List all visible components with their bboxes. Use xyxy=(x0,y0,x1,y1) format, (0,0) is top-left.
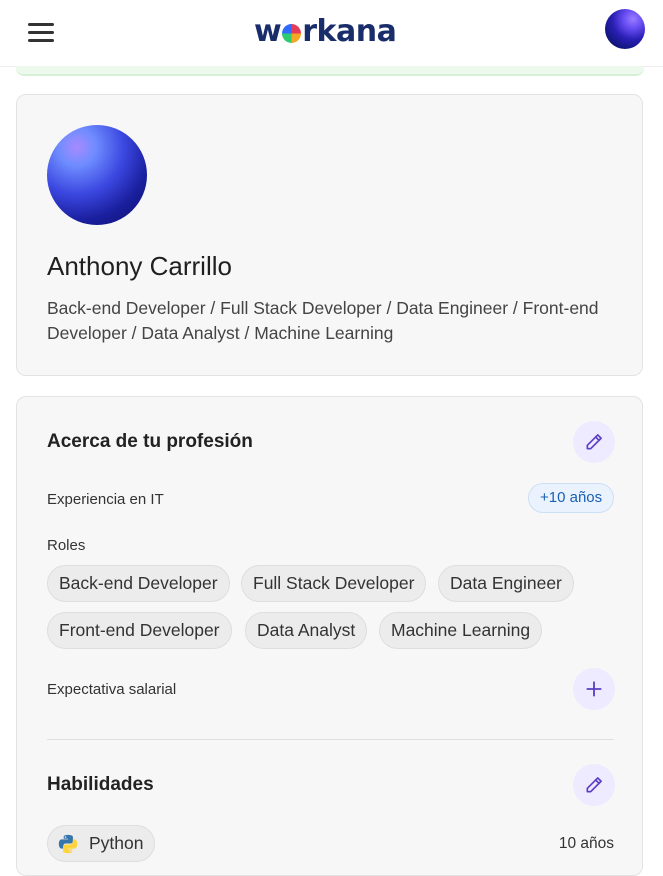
profession-title: Acerca de tu profesión xyxy=(47,431,253,452)
skills-title: Habilidades xyxy=(47,774,154,795)
profile-card: Anthony Carrillo Back-end Developer / Fu… xyxy=(16,94,643,376)
profile-name: Anthony Carrillo xyxy=(47,251,232,281)
section-divider xyxy=(47,739,614,740)
hamburger-icon[interactable] xyxy=(28,22,54,42)
edit-skills-button[interactable] xyxy=(573,764,615,806)
workana-logo[interactable]: w rkana xyxy=(254,12,397,52)
role-chip: Full Stack Developer xyxy=(241,565,427,602)
notice-strip xyxy=(16,66,644,76)
profile-headline: Back-end Developer / Full Stack Develope… xyxy=(47,298,599,343)
role-chip: Back-end Developer xyxy=(47,565,230,602)
pencil-icon xyxy=(586,777,602,793)
profession-card: Acerca de tu profesión Experiencia en IT… xyxy=(16,396,643,876)
edit-profession-button[interactable] xyxy=(573,421,615,463)
profile-avatar xyxy=(47,125,147,225)
pencil-icon xyxy=(586,434,602,450)
skill-name: Python xyxy=(89,833,144,853)
logo-text-start: w xyxy=(254,14,282,49)
user-avatar[interactable] xyxy=(605,9,645,49)
roles-label: Roles xyxy=(47,537,86,554)
top-bar: w rkana xyxy=(0,0,663,67)
role-chip: Machine Learning xyxy=(379,612,543,649)
role-chip: Front-end Developer xyxy=(47,612,232,649)
add-salary-button[interactable] xyxy=(573,668,615,710)
plus-icon xyxy=(586,681,602,697)
logo-text-end: rkana xyxy=(302,14,397,49)
role-chip: Data Analyst xyxy=(245,612,368,649)
python-icon xyxy=(58,834,78,853)
experience-label: Experiencia en IT xyxy=(47,491,164,508)
role-chip: Data Engineer xyxy=(438,565,574,602)
salary-label: Expectativa salarial xyxy=(47,681,177,698)
skill-years: 10 años xyxy=(558,835,614,852)
logo-mark xyxy=(282,24,302,43)
skill-chip: Python xyxy=(47,825,156,862)
experience-badge: +10 años xyxy=(528,483,615,513)
